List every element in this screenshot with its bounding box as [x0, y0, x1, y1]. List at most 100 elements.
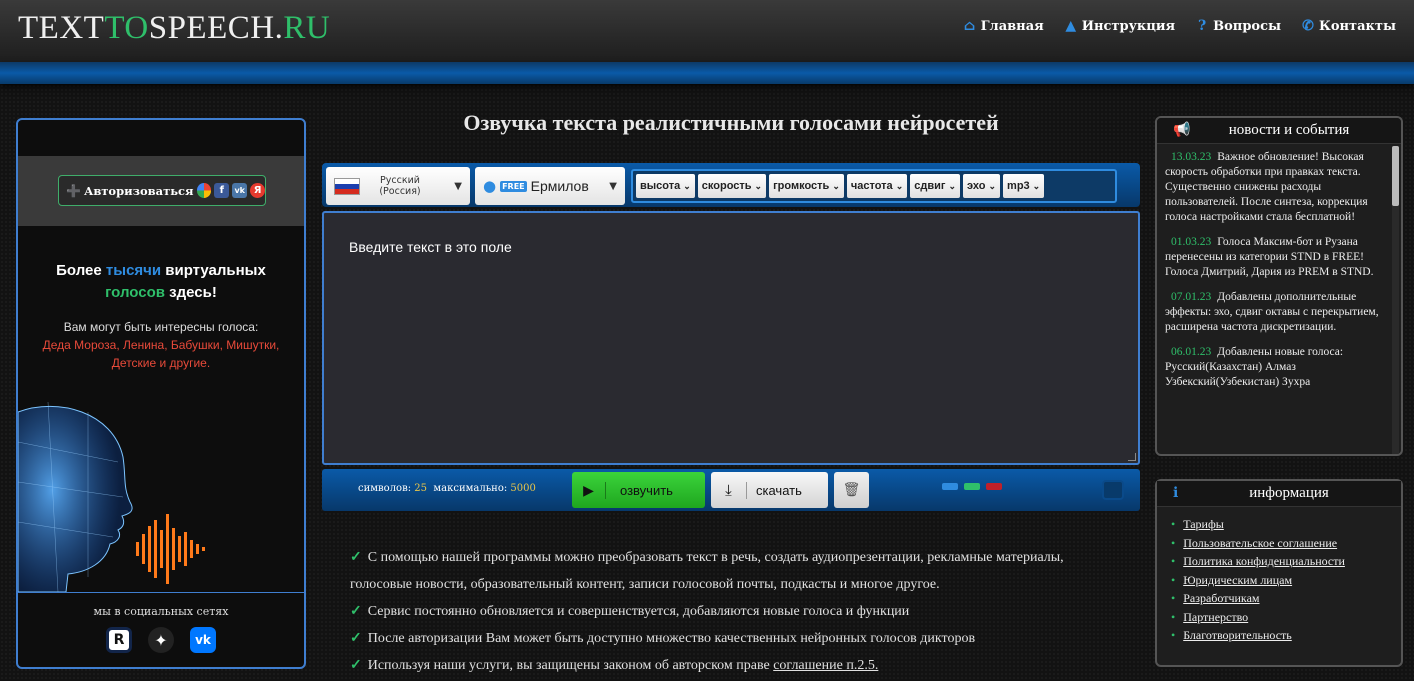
feature-text: С помощью нашей программы можно преобраз… [350, 550, 1064, 592]
news-item: 13.03.23 Важное обновление! Высокая скоро… [1165, 150, 1387, 225]
speak-button[interactable]: ▶ озвучить [572, 472, 705, 508]
login-label: Авторизоваться [83, 183, 194, 198]
max-value: 5000 [510, 483, 536, 494]
info-list-item: • Благотворительность [1171, 626, 1401, 645]
chevron-down-icon: ⌄ [988, 180, 997, 191]
trash-button[interactable]: 🗑 [834, 472, 869, 508]
check-icon: ✓ [350, 658, 362, 673]
news-item: 07.01.23 Добавлены дополнительные эффекты… [1165, 290, 1387, 335]
main-nav: ⌂ Главная ▲ Инструкция ? Вопросы ✆ Контакты [963, 18, 1396, 34]
info-list-item: • Юридическим лицам [1171, 571, 1401, 590]
promo-text: здесь! [165, 284, 217, 301]
news-item: 06.01.23 Добавлены новые голоса: Русский(… [1165, 345, 1387, 390]
nav-home[interactable]: ⌂ Главная [963, 18, 1044, 34]
link-developers[interactable]: Разработчикам [1183, 591, 1259, 605]
login-button[interactable]: ➕ Авторизоваться f vk Я [58, 175, 266, 206]
news-date: 13.03.23 [1171, 151, 1212, 163]
home-icon: ⌂ [963, 18, 976, 34]
social-links: R ✦ vk [106, 627, 216, 653]
nav-label: Инструкция [1081, 18, 1176, 34]
chevron-down-icon: ⌄ [832, 180, 840, 191]
promo-highlight: тысячи [105, 262, 162, 279]
link-tariffs[interactable]: Тарифы [1183, 517, 1224, 531]
chevron-down-icon: ⌄ [754, 180, 763, 191]
link-user-agreement[interactable]: Пользовательское соглашение [1183, 536, 1337, 550]
graduation-cap-icon: ▲ [1065, 18, 1077, 34]
agreement-link[interactable]: соглашение п.2.5. [773, 658, 878, 673]
voice-value: Ермилов [530, 178, 589, 194]
free-badge: FREE [500, 180, 527, 192]
link-legal-entities[interactable]: Юридическим лицам [1183, 573, 1292, 587]
logo-text-part: TEXT [18, 10, 105, 46]
feature-item: ✓ С помощью нашей программы можно преобра… [350, 544, 1110, 598]
chevron-down-icon: ⌄ [1032, 180, 1041, 191]
nav-instructions[interactable]: ▲ Инструкция [1064, 18, 1175, 34]
header-accent-band [0, 62, 1414, 84]
theme-red-dot[interactable] [986, 483, 1002, 490]
param-label: громкость [773, 180, 830, 192]
chevron-down-icon: ⌄ [683, 180, 691, 191]
feature-item: ✓ Используя наши услуги, вы защищены зако… [350, 652, 1110, 679]
info-list-item: • Тарифы [1171, 515, 1401, 534]
text-input-value: Введите текст в это поле [349, 239, 512, 255]
param-speed[interactable]: скорость ⌄ [697, 174, 767, 198]
language-value: Русский (Россия) [379, 175, 421, 197]
theme-switcher [942, 483, 1002, 490]
promo-title: Более тысячи виртуальных голосов здесь! [18, 260, 304, 304]
link-partnership[interactable]: Партнерство [1183, 610, 1248, 624]
site-header: TEXTTOSPEECH.RU ⌂ Главная ▲ Инструкция ? Во… [0, 0, 1414, 62]
feature-item: ✓ После авторизации Вам может быть доступ… [350, 625, 1110, 652]
param-format[interactable]: mp3 ⌄ [1003, 174, 1045, 198]
news-date: 01.03.23 [1171, 236, 1212, 248]
news-date: 07.01.23 [1171, 291, 1212, 303]
play-icon: ▶ [572, 481, 606, 499]
features-list: ✓ С помощью нашей программы можно преобра… [350, 544, 1110, 679]
check-icon: ✓ [350, 604, 362, 619]
language-select[interactable]: Русский (Россия) ▼ [326, 167, 470, 205]
promo-subtitle: Вам могут быть интересны голоса: [63, 320, 259, 334]
link-charity[interactable]: Благотворительность [1183, 628, 1292, 642]
info-links: • Тарифы • Пользовательское соглашение • По… [1157, 507, 1401, 645]
zen-icon[interactable]: ✦ [148, 627, 174, 653]
logo-text-part: SPEECH. [148, 10, 284, 46]
param-frequency[interactable]: частота ⌄ [846, 174, 908, 198]
feature-item: ✓ Сервис постоянно обновляется и совершен… [350, 598, 1110, 625]
info-panel: ℹ информация • Тарифы • Пользовательское с… [1155, 479, 1403, 667]
site-logo[interactable]: TEXTTOSPEECH.RU [18, 10, 330, 47]
promo-text: Более [56, 262, 106, 279]
text-input[interactable]: Введите текст в это поле [322, 211, 1140, 465]
action-bar: символов: 25 максимально: 5000 ▶ озвучит… [322, 469, 1140, 511]
rutube-icon[interactable]: R [106, 627, 132, 653]
chevron-down-icon: ⌄ [895, 180, 904, 191]
param-pitch[interactable]: высота ⌄ [636, 174, 695, 198]
news-scroll-thumb[interactable] [1392, 146, 1399, 206]
param-echo[interactable]: эхо ⌄ [963, 174, 1001, 198]
nav-questions[interactable]: ? Вопросы [1195, 18, 1281, 34]
param-shift[interactable]: сдвиг ⌄ [910, 174, 960, 198]
voice-select[interactable]: ● FREE Ермилов ▼ [475, 167, 625, 205]
page-title: Озвучка текста реалистичными голосами не… [463, 110, 999, 135]
theme-blue-dot[interactable] [942, 483, 958, 490]
resize-grip-icon[interactable] [1128, 453, 1136, 461]
theme-green-dot[interactable] [964, 483, 980, 490]
bullet-icon: • [1171, 628, 1176, 642]
vk-icon[interactable]: vk [190, 627, 216, 653]
news-title: новости и события [1228, 122, 1350, 138]
nav-contacts[interactable]: ✆ Контакты [1301, 18, 1396, 34]
param-volume[interactable]: громкость ⌄ [769, 174, 844, 198]
bullet-icon: • [1171, 591, 1176, 605]
logo-text-part: RU [283, 10, 331, 46]
square-toggle-button[interactable] [1102, 480, 1124, 500]
auth-strip: ➕ Авторизоваться f vk Я [18, 156, 304, 226]
param-label: частота [850, 180, 893, 192]
info-icon: ℹ [1173, 485, 1179, 501]
divider [18, 592, 304, 593]
promo-text: виртуальных [161, 262, 266, 279]
question-icon: ? [1198, 18, 1207, 34]
nav-label: Главная [980, 18, 1044, 34]
bullet-icon: • [1171, 535, 1176, 550]
yandex-icon: Я [250, 183, 265, 198]
download-button[interactable]: ⤓ скачать [711, 472, 828, 508]
social-title: мы в социальных сетях [93, 605, 229, 618]
link-privacy-policy[interactable]: Политика конфиденциальности [1183, 554, 1345, 568]
